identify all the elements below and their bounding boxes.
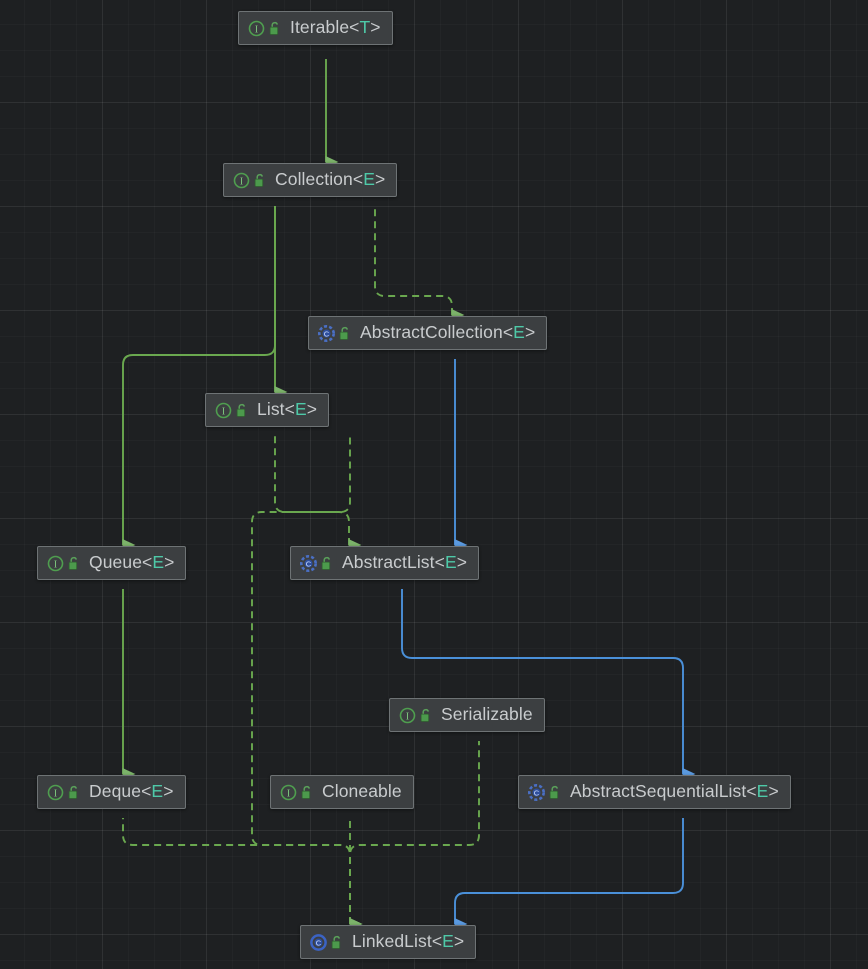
public-lock-icon <box>236 403 246 417</box>
node-label-deque: Deque<E> <box>89 781 174 802</box>
edge-linkedlist-to-deque <box>122 818 363 930</box>
svg-text:I: I <box>54 788 58 799</box>
node-icons-queue: I <box>47 555 80 572</box>
edge-layer <box>122 59 696 930</box>
node-label-cloneable: Cloneable <box>322 781 402 802</box>
public-lock-icon <box>331 935 341 949</box>
node-icons-linked-list: C <box>310 933 343 951</box>
node-icons-cloneable: I <box>280 784 313 801</box>
public-lock-icon <box>301 785 311 799</box>
uml-node-iterable[interactable]: I Iterable<T> <box>238 11 393 45</box>
uml-node-abstract-sequential-list[interactable]: C AbstractSequentialList<E> <box>518 775 791 809</box>
interface-icon: I <box>233 172 250 188</box>
node-label-queue: Queue<E> <box>89 552 175 573</box>
node-icons-collection: I <box>233 172 266 189</box>
node-icons-deque: I <box>47 784 80 801</box>
svg-text:I: I <box>240 176 244 187</box>
node-icons-iterable: I <box>248 20 281 37</box>
node-label-abstract-list: AbstractList<E> <box>342 552 468 573</box>
node-label-list: List<E> <box>257 399 318 420</box>
abstract-class-icon: C <box>528 783 545 801</box>
public-lock-icon <box>321 556 331 570</box>
svg-text:C: C <box>316 938 322 947</box>
public-lock-icon <box>68 556 78 570</box>
interface-icon: I <box>280 784 297 800</box>
node-icons-serializable: I <box>399 707 432 724</box>
node-label-abstract-collection: AbstractCollection<E> <box>360 322 536 343</box>
node-label-serializable: Serializable <box>441 704 533 725</box>
public-lock-icon <box>339 326 349 340</box>
edge-abstractsequentiallist-to-abstractlist <box>401 589 696 780</box>
public-lock-icon <box>269 21 279 35</box>
uml-node-collection[interactable]: I Collection<E> <box>223 163 398 197</box>
interface-icon: I <box>399 707 416 723</box>
node-icons-abstract-collection: C <box>318 324 351 342</box>
node-label-collection: Collection<E> <box>275 169 386 190</box>
node-label-abstract-sequential-list: AbstractSequentialList<E> <box>570 781 779 802</box>
svg-text:I: I <box>255 24 259 35</box>
svg-text:C: C <box>324 329 330 338</box>
edge-linkedlist-to-abstractsequentiallist <box>454 818 684 930</box>
interface-icon: I <box>47 555 64 571</box>
svg-text:I: I <box>406 711 410 722</box>
edge-linkedlist-to-list <box>251 436 363 930</box>
uml-node-queue[interactable]: I Queue<E> <box>37 546 187 580</box>
public-lock-icon <box>68 785 78 799</box>
interface-icon: I <box>215 402 232 418</box>
uml-diagram-canvas[interactable]: I Iterable<T> I Collection<E> C Abstract… <box>0 0 868 969</box>
node-label-iterable: Iterable<T> <box>290 17 381 38</box>
node-icons-abstract-list: C <box>300 554 333 572</box>
public-lock-icon <box>420 708 430 722</box>
edge-linkedlist-to-serializable <box>349 741 480 930</box>
node-label-linked-list: LinkedList<E> <box>352 931 465 952</box>
public-lock-icon <box>254 173 264 187</box>
svg-text:C: C <box>306 559 312 568</box>
uml-node-cloneable[interactable]: I Cloneable <box>270 775 414 809</box>
abstract-class-icon: C <box>300 554 317 572</box>
svg-text:I: I <box>287 788 291 799</box>
class-icon: C <box>310 933 327 951</box>
edge-abstractlist-to-list <box>274 436 362 551</box>
uml-node-serializable[interactable]: I Serializable <box>389 698 545 732</box>
uml-node-abstract-list[interactable]: C AbstractList<E> <box>290 546 480 580</box>
public-lock-icon <box>549 785 559 799</box>
edge-abstractcollection-to-collection <box>374 206 465 321</box>
uml-node-abstract-collection[interactable]: C AbstractCollection<E> <box>308 316 548 350</box>
svg-text:I: I <box>54 559 58 570</box>
svg-text:C: C <box>534 788 540 797</box>
uml-node-deque[interactable]: I Deque<E> <box>37 775 186 809</box>
svg-text:I: I <box>222 406 226 417</box>
node-icons-list: I <box>215 402 248 419</box>
node-icons-abstract-sequential-list: C <box>528 783 561 801</box>
interface-icon: I <box>47 784 64 800</box>
abstract-class-icon: C <box>318 324 335 342</box>
interface-icon: I <box>248 20 265 36</box>
edge-queue-to-collection <box>122 206 276 551</box>
uml-node-linked-list[interactable]: C LinkedList<E> <box>300 925 477 959</box>
uml-node-list[interactable]: I List<E> <box>205 393 330 427</box>
